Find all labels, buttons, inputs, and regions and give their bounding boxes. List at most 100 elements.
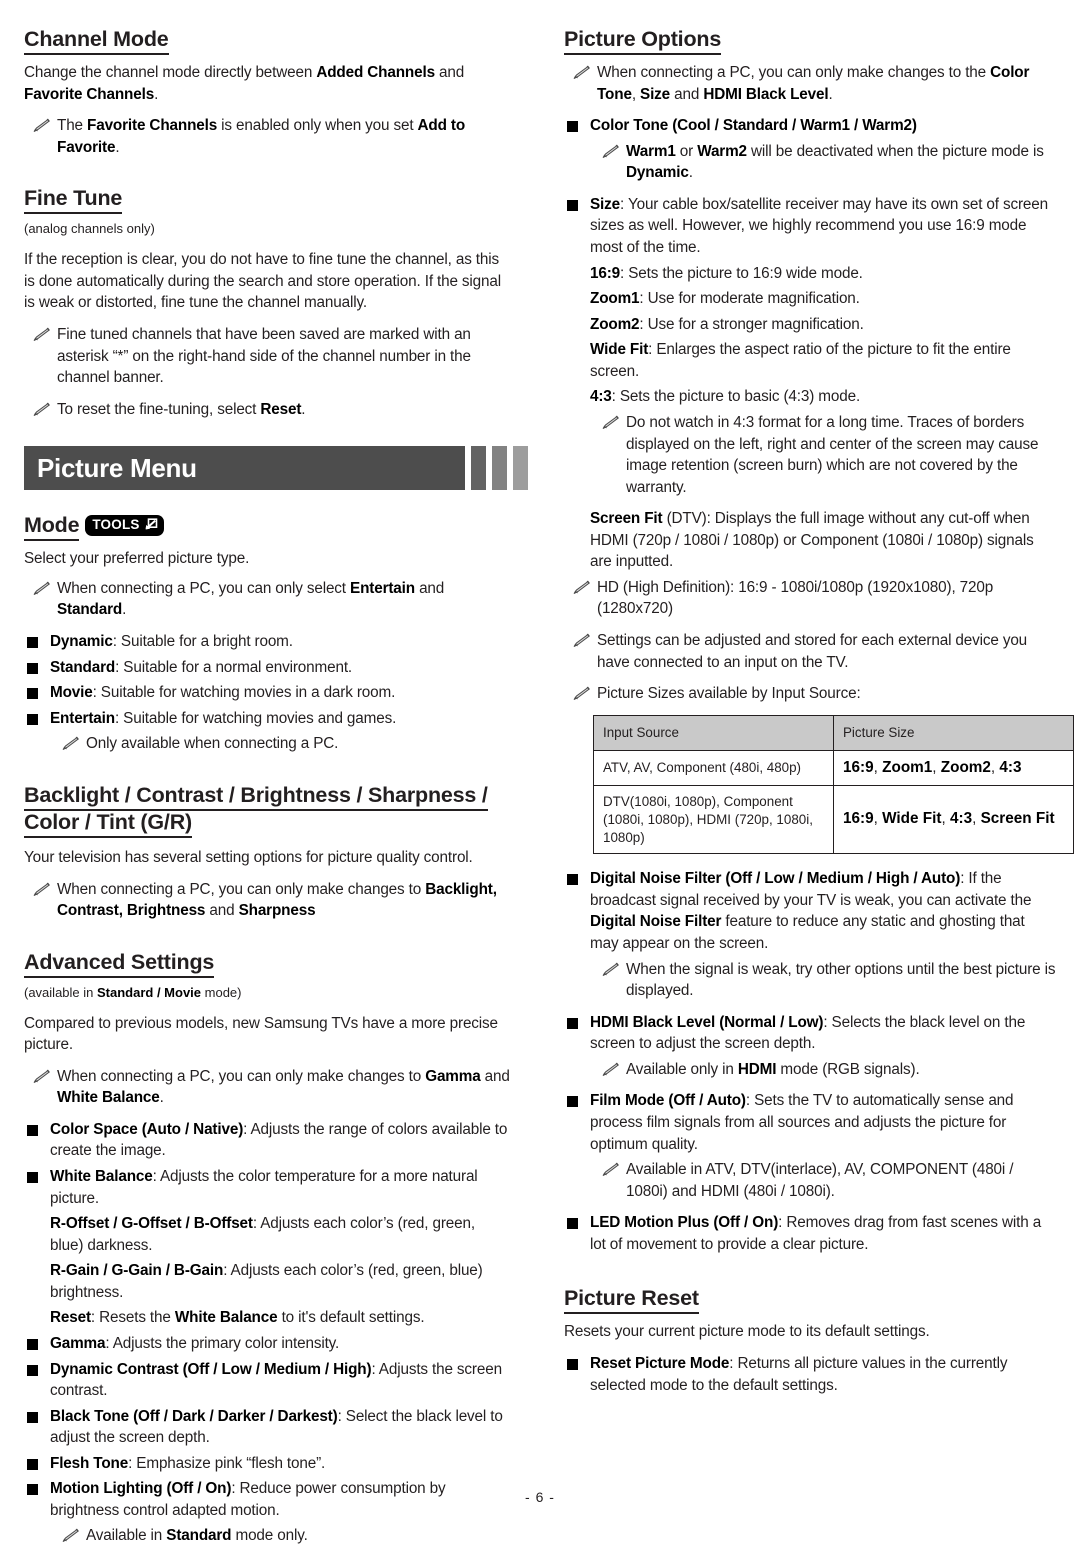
- mode-body: Select your preferred picture type.: [24, 550, 250, 568]
- square-bullet-icon: [567, 1359, 578, 1370]
- list-item-text: LED Motion Plus (Off / On): Removes drag…: [590, 1214, 1042, 1253]
- film-mode-note: Available in ATV, DTV(interlace), AV, CO…: [564, 1159, 1056, 1202]
- list-item-text: Flesh Tone: Emphasize pink “flesh tone”.: [50, 1454, 326, 1472]
- note-text: Available only in HDMI mode (RGB signals…: [626, 1060, 920, 1078]
- note-text: Available in ATV, DTV(interlace), AV, CO…: [626, 1161, 1014, 1200]
- list-item: Black Tone (Off / Dark / Darker / Darkes…: [24, 1406, 512, 1449]
- channel-mode-note-0: The Favorite Channels is enabled only wh…: [24, 115, 512, 158]
- tools-badge: TOOLS: [85, 514, 164, 536]
- list-item-text: Standard: Suitable for a normal environm…: [50, 658, 353, 676]
- page-number: - 6 -: [525, 1489, 555, 1505]
- square-bullet-icon: [567, 874, 578, 886]
- list-item-text: Black Tone (Off / Dark / Darker / Darkes…: [50, 1407, 503, 1447]
- note-text: Only available when connecting a PC.: [86, 735, 339, 753]
- note-text: Settings can be adjusted and stored for …: [597, 632, 1028, 671]
- size-option: 4:3: Sets the picture to basic (4:3) mod…: [590, 388, 861, 406]
- size-option: 16:9: Sets the picture to 16:9 wide mode…: [590, 264, 863, 282]
- advanced-settings-subnote: (available in Standard / Movie mode): [24, 984, 242, 1000]
- list-item-text: Color Space (Auto / Native): Adjusts the…: [50, 1120, 508, 1160]
- list-item: Gamma: Adjusts the primary color intensi…: [24, 1333, 512, 1355]
- square-bullet-icon: [567, 1096, 578, 1108]
- banner-bar-3: [513, 446, 528, 491]
- square-bullet-icon: [567, 121, 578, 133]
- square-bullet-icon: [27, 1364, 38, 1376]
- list-item-hdmi-black-level: HDMI Black Level (Normal / Low): Selects…: [564, 1012, 1056, 1055]
- list-item: Dynamic: Suitable for a bright room.: [24, 631, 512, 653]
- list-item: Standard: Suitable for a normal environm…: [24, 657, 512, 679]
- pencil-icon: [599, 1062, 619, 1077]
- banner-decoration-bars: [471, 446, 534, 491]
- square-bullet-icon: [27, 1458, 38, 1470]
- note-text: Picture Sizes available by Input Source:: [597, 685, 861, 703]
- motion-lighting-note: Available in Standard mode only.: [24, 1525, 512, 1547]
- table-row: DTV(1080i, 1080p), Component (1080i, 108…: [593, 784, 1074, 855]
- list-item-text: HDMI Black Level (Normal / Low): Selects…: [590, 1013, 1026, 1053]
- advanced-settings-note-0: When connecting a PC, you can only make …: [24, 1066, 512, 1109]
- heading-mode-text: Mode: [24, 513, 80, 542]
- heading-picture-options: Picture Options: [564, 26, 1056, 55]
- mode-entertain-note: Only available when connecting a PC.: [24, 733, 512, 755]
- fine-tune-subnote: (analog channels only): [24, 221, 155, 237]
- hdmi-black-level-note: Available only in HDMI mode (RGB signals…: [564, 1059, 1056, 1081]
- list-item-text: Color Tone (Cool / Standard / Warm1 / Wa…: [590, 117, 917, 135]
- table-header-picture-size: Picture Size: [833, 714, 1074, 751]
- list-item: Movie: Suitable for watching movies in a…: [24, 682, 512, 704]
- heading-advanced-settings: Advanced Settings: [24, 949, 512, 978]
- pencil-icon: [599, 1162, 619, 1177]
- list-item-digital-noise-filter: Digital Noise Filter (Off / Low / Medium…: [564, 868, 1056, 954]
- picture-menu-banner: Picture Menu: [24, 446, 528, 491]
- white-balance-subitem: R-Gain / G-Gain / B-Gain: Adjusts each c…: [50, 1262, 483, 1301]
- list-item: Flesh Tone: Emphasize pink “flesh tone”.: [24, 1453, 512, 1475]
- advanced-settings-body: Compared to previous models, new Samsung…: [24, 1014, 498, 1054]
- list-item-text: Dynamic Contrast (Off / Low / Medium / H…: [50, 1360, 502, 1400]
- square-bullet-icon: [27, 662, 38, 674]
- pencil-icon: [30, 1069, 50, 1084]
- tools-arrow-icon: [143, 517, 158, 532]
- right-column: Picture Options When connecting a PC, yo…: [540, 26, 1074, 1400]
- left-column: Channel Mode Change the channel mode dir…: [24, 26, 540, 1557]
- note-text: When connecting a PC, you can only make …: [57, 1067, 510, 1107]
- pencil-icon: [570, 633, 590, 648]
- pencil-icon: [30, 882, 50, 897]
- table-cell-source: DTV(1080i, 1080p), Component (1080i, 108…: [593, 784, 834, 855]
- settings-stored-note: Settings can be adjusted and stored for …: [564, 630, 1056, 673]
- picture-menu-banner-title: Picture Menu: [24, 446, 465, 491]
- pencil-icon: [30, 581, 50, 596]
- hd-definition-note: HD (High Definition): 16:9 - 1080i/1080p…: [564, 577, 1056, 620]
- heading-picture-reset: Picture Reset: [564, 1285, 1056, 1315]
- note-text: HD (High Definition): 16:9 - 1080i/1080p…: [597, 578, 994, 618]
- square-bullet-icon: [567, 199, 578, 211]
- two-column-layout: Channel Mode Change the channel mode dir…: [24, 26, 1074, 1557]
- channel-mode-body: Change the channel mode directly between…: [24, 64, 465, 103]
- heading-picture-options-text: Picture Options: [564, 27, 721, 55]
- picture-options-note-0: When connecting a PC, you can only make …: [564, 62, 1056, 105]
- table-cell-size: 16:9, Wide Fit, 4:3, Screen Fit: [833, 784, 1074, 855]
- note-text: Fine tuned channels that have been saved…: [57, 325, 471, 387]
- banner-bar-2: [492, 446, 507, 491]
- list-item: White Balance: Adjusts the color tempera…: [24, 1166, 512, 1209]
- heading-backlight-group: Backlight / Contrast / Brightness / Shar…: [24, 782, 512, 838]
- list-item: Dynamic Contrast (Off / Low / Medium / H…: [24, 1359, 512, 1402]
- list-item-text: White Balance: Adjusts the color tempera…: [50, 1168, 478, 1207]
- list-item-text: Entertain: Suitable for watching movies …: [50, 709, 397, 727]
- list-item-text: Size: Your cable box/satellite receiver …: [590, 195, 1049, 257]
- heading-fine-tune: Fine Tune: [24, 185, 512, 215]
- heading-channel-mode-text: Channel Mode: [24, 27, 169, 55]
- note-text: The Favorite Channels is enabled only wh…: [57, 117, 466, 156]
- pencil-icon: [30, 118, 50, 133]
- pencil-icon: [59, 1528, 79, 1543]
- heading-mode: Mode TOOLS: [24, 512, 512, 542]
- note-text: Warm1 or Warm2 will be deactivated when …: [626, 142, 1044, 182]
- table-row: ATV, AV, Component (480i, 480p) 16:9, Zo…: [593, 749, 1074, 786]
- pencil-icon: [570, 65, 590, 80]
- pencil-icon: [599, 962, 619, 977]
- heading-fine-tune-text: Fine Tune: [24, 186, 122, 215]
- size-option: Wide Fit: Enlarges the aspect ratio of t…: [590, 341, 1011, 380]
- pencil-icon: [599, 415, 619, 430]
- note-text: When the signal is weak, try other optio…: [626, 960, 1056, 1000]
- white-balance-subitem: R-Offset / G-Offset / B-Offset: Adjusts …: [50, 1215, 475, 1254]
- note-text: Do not watch in 4:3 format for a long ti…: [626, 413, 1039, 496]
- list-item-reset-picture-mode: Reset Picture Mode: Returns all picture …: [564, 1353, 1056, 1396]
- size-option: Zoom1: Use for moderate magnification.: [590, 290, 860, 308]
- pencil-icon: [30, 327, 50, 342]
